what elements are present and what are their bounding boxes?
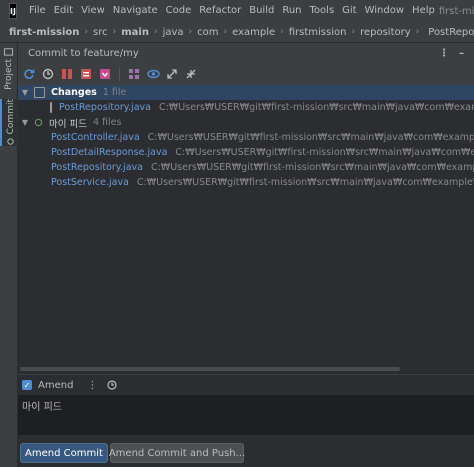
breadcrumb-separator-icon: › [188, 27, 193, 37]
menu-tools[interactable]: Tools [306, 0, 339, 22]
breadcrumb-src[interactable]: src [90, 27, 111, 38]
menu-run[interactable]: Run [278, 0, 305, 22]
group-label: 마이 피드 [49, 118, 87, 130]
changes-group-row[interactable]: ▼ Changes 1 file [18, 85, 474, 100]
rollback-icon[interactable] [41, 67, 55, 81]
collapse-all-icon[interactable] [184, 67, 198, 81]
group-checkbox[interactable] [34, 87, 45, 98]
file-row[interactable]: PostController.java C:₩Users₩USER₩git₩fi… [18, 130, 474, 145]
group-label: Changes [51, 87, 97, 98]
file-checkbox[interactable] [50, 102, 52, 113]
minimize-icon[interactable]: – [459, 48, 464, 59]
file-path: C:₩Users₩USER₩git₩first-mission₩src₩main… [147, 132, 474, 143]
update-icon[interactable] [98, 67, 112, 81]
menu-bar: IJ File Edit View Navigate Code Refactor… [0, 0, 474, 22]
amend-commit-button[interactable]: Amend Commit [20, 443, 108, 463]
breadcrumb-current-class[interactable]: PostRepository [425, 27, 474, 38]
file-name: PostDetailResponse.java [51, 147, 168, 158]
file-row[interactable]: PostService.java C:₩Users₩USER₩git₩first… [18, 175, 474, 190]
breadcrumb-project[interactable]: first-mission [6, 27, 82, 38]
file-name: PostRepository.java [51, 162, 143, 173]
breadcrumb-repository[interactable]: repository [357, 27, 414, 38]
commit-message-field[interactable]: 마이 피드 [18, 395, 474, 435]
refresh-icon[interactable] [22, 67, 36, 81]
breadcrumb-firstmission[interactable]: firstmission [286, 27, 350, 38]
menu-file[interactable]: File [25, 0, 50, 22]
chevron-down-icon[interactable]: ▼ [20, 118, 30, 127]
commit-message-text: 마이 피드 [22, 402, 62, 413]
menu-help[interactable]: Help [408, 0, 439, 22]
breadcrumb-com[interactable]: com [194, 27, 221, 38]
menu-git[interactable]: Git [338, 0, 360, 22]
horizontal-scrollbar[interactable] [18, 365, 474, 372]
breadcrumb-main[interactable]: main [118, 27, 152, 38]
breadcrumb-separator-icon: › [351, 27, 356, 37]
commit-tool-tab[interactable]: Commit [0, 99, 19, 147]
file-path: C:₩Users₩USER₩git₩first-mission₩src₩main… [136, 177, 474, 188]
file-row[interactable]: PostRepository.java C:₩Users₩USER₩git₩fi… [18, 160, 474, 175]
intellij-logo-icon[interactable]: IJ [9, 3, 17, 19]
breadcrumb-separator-icon: › [112, 27, 117, 37]
more-options-icon[interactable]: ⋮ [439, 48, 449, 59]
commit-panel-title: Commit to feature/my [28, 47, 139, 59]
commit-tab-label: Commit [5, 99, 16, 135]
changelist-group-row[interactable]: ▼ 마이 피드 4 files [18, 115, 474, 130]
clock-icon[interactable] [107, 379, 118, 391]
commit-panel-header: Commit to feature/my ⋮ – [18, 43, 474, 63]
commit-toolbar [18, 63, 474, 85]
breadcrumb-example[interactable]: example [229, 27, 278, 38]
file-path: C:₩Users₩USER₩git₩first-mission₩src₩main… [175, 147, 474, 158]
changelist-icon [34, 118, 43, 127]
project-tool-tab[interactable]: Project [0, 47, 17, 90]
menu-code[interactable]: Code [162, 0, 196, 22]
file-path: C:₩Users₩USER₩git₩first-mission₩src₩main… [150, 162, 474, 173]
panel-actions: ⋮ – [439, 48, 464, 59]
menu-build[interactable]: Build [245, 0, 278, 22]
scrollbar-thumb[interactable] [20, 367, 400, 371]
file-path: C:₩Users₩USER₩git₩first-mission₩src₩main… [158, 102, 474, 113]
file-name: PostRepository.java [59, 102, 151, 113]
more-options-icon[interactable]: ⋮ [87, 380, 97, 391]
shelve-icon[interactable] [79, 67, 93, 81]
breadcrumb-java[interactable]: java [160, 27, 187, 38]
diff-icon[interactable] [60, 67, 74, 81]
breadcrumb-separator-icon: › [280, 27, 284, 37]
file-name: PostController.java [51, 132, 140, 143]
amend-bar: ✓ Amend ⋮ [18, 374, 474, 395]
changes-tree: ▼ Changes 1 file PostRepository.java C:₩… [18, 85, 474, 365]
commit-actions-bar: Amend Commit Amend Commit and Push... [18, 435, 474, 467]
file-row[interactable]: PostDetailResponse.java C:₩Users₩USER₩gi… [18, 145, 474, 160]
breadcrumb-separator-icon: › [153, 27, 158, 37]
menu-navigate[interactable]: Navigate [109, 0, 162, 22]
window-title: first-mission – [438, 5, 474, 17]
breadcrumb-separator-icon: › [223, 27, 228, 37]
chevron-down-icon[interactable]: ▼ [20, 88, 30, 97]
breadcrumb-separator-icon: › [415, 27, 420, 37]
menu-edit[interactable]: Edit [50, 0, 77, 22]
menu-refactor[interactable]: Refactor [195, 0, 245, 22]
amend-checkbox[interactable]: ✓ [22, 380, 32, 390]
project-tab-label: Project [3, 59, 14, 90]
expand-all-icon[interactable] [165, 67, 179, 81]
file-row[interactable]: PostRepository.java C:₩Users₩USER₩git₩fi… [18, 100, 474, 115]
breadcrumb: first-mission › src › main › java › com … [0, 22, 474, 43]
toolbar-separator [119, 67, 120, 81]
folder-icon [4, 48, 13, 56]
eye-icon[interactable] [146, 67, 160, 81]
group-count: 4 files [92, 117, 122, 128]
commit-icon [7, 138, 14, 146]
group-by-icon[interactable] [127, 67, 141, 81]
breadcrumb-separator-icon: › [84, 27, 89, 37]
tool-window-strip: Project Commit [0, 43, 19, 467]
menu-view[interactable]: View [77, 0, 109, 22]
amend-commit-and-push-button[interactable]: Amend Commit and Push... [109, 443, 245, 463]
file-name: PostService.java [51, 177, 129, 188]
menu-window[interactable]: Window [361, 0, 408, 22]
amend-label[interactable]: Amend [38, 380, 73, 391]
group-count: 1 file [102, 87, 127, 98]
